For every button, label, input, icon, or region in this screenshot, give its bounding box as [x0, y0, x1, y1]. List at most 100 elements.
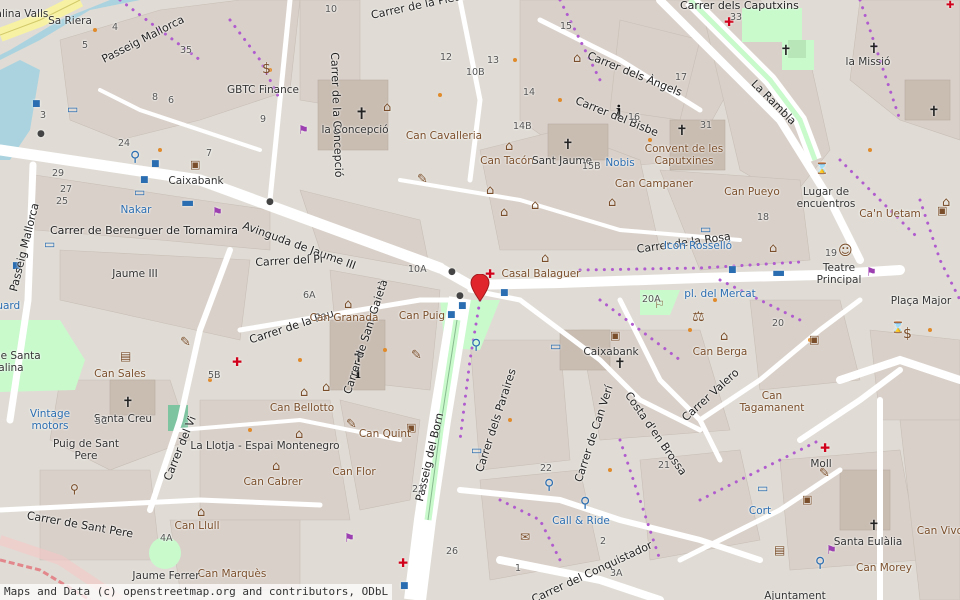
atm-icon[interactable]: ▣	[190, 159, 200, 170]
place-label-can-berga[interactable]: Can Berga	[693, 346, 748, 358]
traffic-signal-icon[interactable]: ●	[266, 198, 274, 207]
church-icon[interactable]: ✝	[676, 124, 688, 138]
bicycle-icon[interactable]: ⚲	[544, 478, 554, 492]
place-label-icon-rossello[interactable]: Icon Rosselló	[664, 240, 732, 252]
bicycle-icon[interactable]: ⚲	[815, 556, 825, 570]
place-label-can-tacon[interactable]: Can Tacón	[480, 155, 534, 167]
place-label-vintage-motors[interactable]: Vintage motors	[10, 408, 90, 432]
place-label-can-bellotto[interactable]: Can Bellotto	[270, 402, 334, 414]
traffic-signal-icon[interactable]: ●	[37, 130, 45, 139]
bus-stop-icon[interactable]: ■	[400, 582, 409, 591]
place-label-ca-n-uetam[interactable]: Ca'n Uetam	[859, 208, 921, 220]
church-icon[interactable]: ✝	[868, 42, 880, 56]
place-label-can-puig[interactable]: Can Puig	[382, 310, 462, 322]
hourglass-icon[interactable]: ⌛	[815, 163, 829, 174]
church-icon[interactable]: ✝	[614, 357, 626, 371]
hotel-icon[interactable]: ▭	[757, 482, 768, 494]
place-label-jaume-iii[interactable]: Jaume III	[112, 268, 158, 280]
museum-icon[interactable]: ⌂	[769, 242, 777, 255]
hourglass-icon[interactable]: ⌛	[891, 322, 905, 333]
toilets-icon[interactable]: ⚲	[70, 483, 79, 495]
place-label-teatre-principal[interactable]: Teatre Principal	[799, 262, 879, 286]
place-label-baluard[interactable]: Baluard	[0, 300, 20, 312]
place-label-ajuntament[interactable]: Ajuntament	[764, 590, 825, 600]
place-label-nobis[interactable]: Nobis	[605, 157, 634, 169]
bicycle-icon[interactable]: ⚲	[471, 338, 481, 352]
shop-icon[interactable]: ⚑	[344, 532, 355, 544]
location-pin-icon[interactable]	[470, 274, 490, 302]
place-label-gbtc-finance[interactable]: GBTC Finance	[227, 84, 299, 96]
place-label-nakar[interactable]: Nakar	[121, 204, 152, 216]
atm-icon[interactable]: ▣	[937, 205, 947, 216]
church-icon[interactable]: ✝	[928, 105, 940, 119]
museum-icon[interactable]: ⌂	[344, 298, 352, 311]
museum-icon[interactable]: ⌂	[720, 330, 728, 343]
place-label-sa-riera[interactable]: Sa Riera	[48, 15, 92, 27]
museum-icon[interactable]: ⌂	[505, 140, 513, 153]
museum-icon[interactable]: ⌂	[541, 252, 549, 265]
pharmacy-icon[interactable]: ✚	[820, 442, 830, 454]
shop-icon[interactable]: ⚑	[212, 206, 223, 218]
justice-icon[interactable]: ⚖	[692, 310, 705, 324]
bus-stop-icon[interactable]: ■	[151, 160, 160, 169]
museum-icon[interactable]: ⌂	[272, 460, 280, 473]
bicycle-icon[interactable]: ⚲	[580, 496, 590, 510]
museum-icon[interactable]: ⌂	[300, 386, 308, 399]
bicycle-icon[interactable]: ⚲	[130, 150, 140, 164]
art-icon[interactable]: ✎	[411, 349, 422, 362]
place-label-can-tagamanent[interactable]: Can Tagamanent	[732, 390, 812, 414]
place-label-la-missio[interactable]: la Missió	[846, 56, 891, 68]
taxi-icon[interactable]: ▬	[181, 196, 194, 210]
shop-icon[interactable]: ⚑	[298, 124, 309, 136]
pharmacy-icon[interactable]: ✚	[398, 557, 408, 569]
place-label-caixabank[interactable]: Caixabank	[168, 175, 223, 187]
hotel-icon[interactable]: ▭	[67, 103, 78, 115]
place-label-can-vivot[interactable]: Can Vivot	[917, 525, 960, 537]
museum-icon[interactable]: ⌂	[322, 381, 330, 394]
place-label-can-morey[interactable]: Can Morey	[844, 562, 924, 574]
place-label-call-ride[interactable]: Call & Ride	[552, 515, 610, 527]
book-icon[interactable]: ▤	[120, 350, 131, 362]
place-label-convent-de-les-caputxines[interactable]: Convent de les Caputxines	[644, 143, 724, 167]
taxi-icon[interactable]: ▬	[772, 266, 785, 280]
place-label-can-flor[interactable]: Can Flor	[332, 466, 375, 478]
place-label-can-cabrer[interactable]: Can Cabrer	[243, 476, 302, 488]
bus-stop-icon[interactable]: ■	[728, 266, 737, 275]
place-label-casal-balaguer[interactable]: Casal Balaguer	[501, 268, 580, 280]
hotel-icon[interactable]: ▭	[550, 340, 561, 352]
place-label-lugar-de-encuentros[interactable]: Lugar de encuentros	[786, 186, 866, 210]
place-label-can-cavalleria[interactable]: Can Cavalleria	[404, 130, 484, 142]
bus-stop-icon[interactable]: ■	[32, 100, 41, 109]
traffic-signal-icon[interactable]: ●	[456, 292, 464, 301]
place-label-can-marques[interactable]: Can Marquès	[198, 568, 267, 580]
place-label-moll[interactable]: Moll	[810, 458, 831, 470]
art-icon[interactable]: ✎	[180, 336, 191, 349]
atm-icon[interactable]: ▣	[809, 334, 819, 345]
museum-icon[interactable]: ⌂	[573, 52, 581, 65]
map-view[interactable]: ✝ ✝ ✝ ✝ ✝ ✝ ✝ ✝ ✝ ✝ ℹ ℹ ✚ ✚ ✚ ✚ ✚ ✚ ⌂ ⌂ ⌂ ⌂ ⌂ ⌂ ⌂ ⌂ ⌂ ⌂ ⌂ ⌂ ⌂ ⌂ ⌂ ⌂ ⌂ ☺ ✎ ✎ ✎ ✎…	[0, 0, 960, 600]
museum-icon[interactable]: ⌂	[608, 196, 616, 209]
place-label-can-quint[interactable]: Can Quint	[345, 428, 425, 440]
bus-stop-icon[interactable]: ■	[500, 289, 509, 298]
place-label-santa-eulalia[interactable]: Santa Eulàlia	[834, 536, 903, 548]
book-icon[interactable]: ▤	[774, 544, 785, 556]
traffic-signal-icon[interactable]: ●	[448, 268, 456, 277]
atm-icon[interactable]: ▣	[610, 330, 620, 341]
place-label-placa-major[interactable]: Plaça Major	[891, 295, 951, 307]
church-icon[interactable]: ✝	[868, 519, 880, 533]
museum-icon[interactable]: ⌂	[500, 206, 508, 219]
post-icon[interactable]: ✉	[520, 531, 530, 543]
church-icon[interactable]: ✝	[562, 138, 574, 152]
place-label-can-campaner[interactable]: Can Campaner	[614, 178, 694, 190]
theatre-icon[interactable]: ☺	[838, 244, 853, 258]
museum-icon[interactable]: ⌂	[486, 184, 494, 197]
museum-icon[interactable]: ⌂	[531, 199, 539, 212]
pharmacy-icon[interactable]: ✚	[946, 1, 954, 11]
place-label-jaume-ferrer[interactable]: Jaume Ferrer	[132, 570, 199, 582]
place-label-caixabank[interactable]: Caixabank	[583, 346, 638, 358]
bus-stop-icon[interactable]: ■	[140, 176, 149, 185]
place-label-can-pueyo[interactable]: Can Pueyo	[712, 186, 792, 198]
place-label-la-llotja-espai-montenegro[interactable]: La Llotja - Espai Montenegro	[190, 440, 339, 452]
place-label-cort[interactable]: Cort	[749, 505, 771, 517]
atm-icon[interactable]: ▣	[802, 494, 812, 505]
